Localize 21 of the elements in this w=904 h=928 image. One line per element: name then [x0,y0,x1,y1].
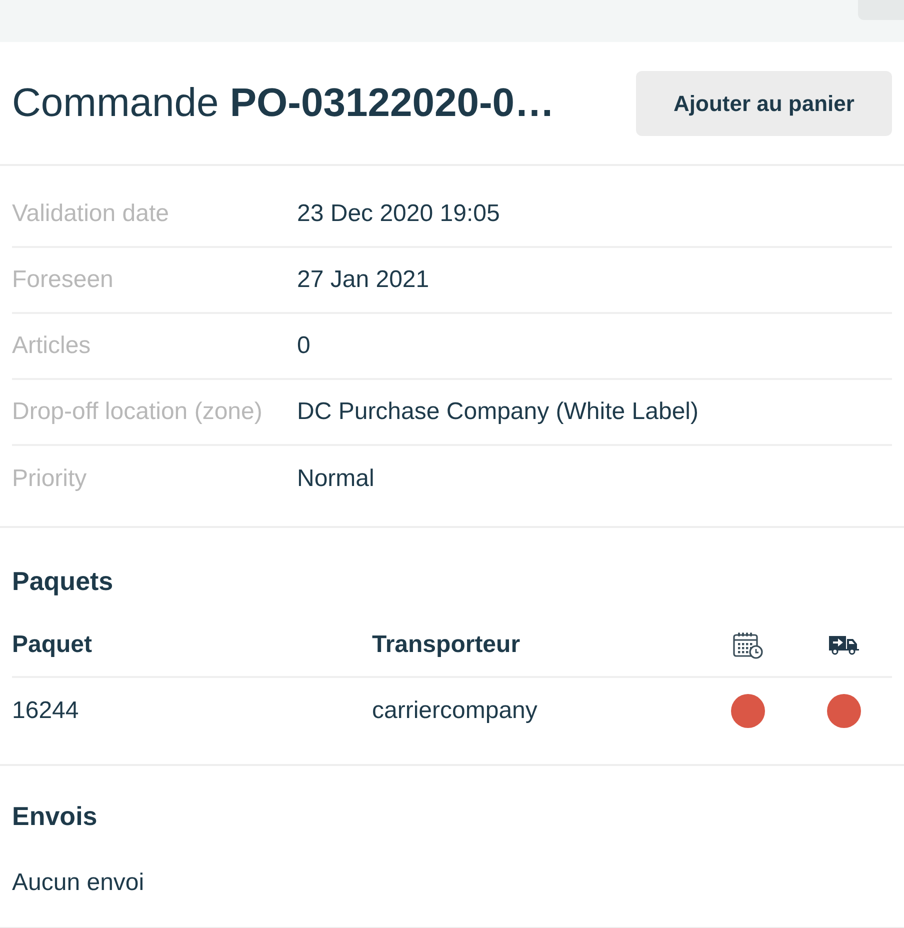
detail-value: Normal [297,464,376,494]
detail-label: Articles [12,331,92,361]
detail-value: 27 Jan 2021 [297,265,430,295]
add-to-cart-button[interactable]: Ajouter au panier [636,70,892,136]
section-title: Paquets [12,566,114,596]
section-title: Envois [12,801,98,831]
detail-label: Priority [12,464,88,494]
detail-value: 0 [297,331,312,361]
table-cell-text: carriercompany [372,696,538,726]
page-title: Commande PO-03122020-0… [12,80,555,127]
detail-label: Foreseen [12,265,114,295]
truck-arrow-icon [829,635,859,655]
column-header: Transporteur [372,630,520,660]
empty-message: Aucun envoi [12,869,146,897]
calendar-clock-icon [733,632,763,658]
detail-value: 23 Dec 2020 19:05 [297,199,501,229]
table-cell-text: 16244 [12,696,79,726]
column-header: Paquet [12,630,92,660]
detail-label: Validation date [12,199,170,229]
detail-label: Drop-off location (zone) [12,397,264,427]
detail-value: DC Purchase Company (White Label) [297,397,700,427]
